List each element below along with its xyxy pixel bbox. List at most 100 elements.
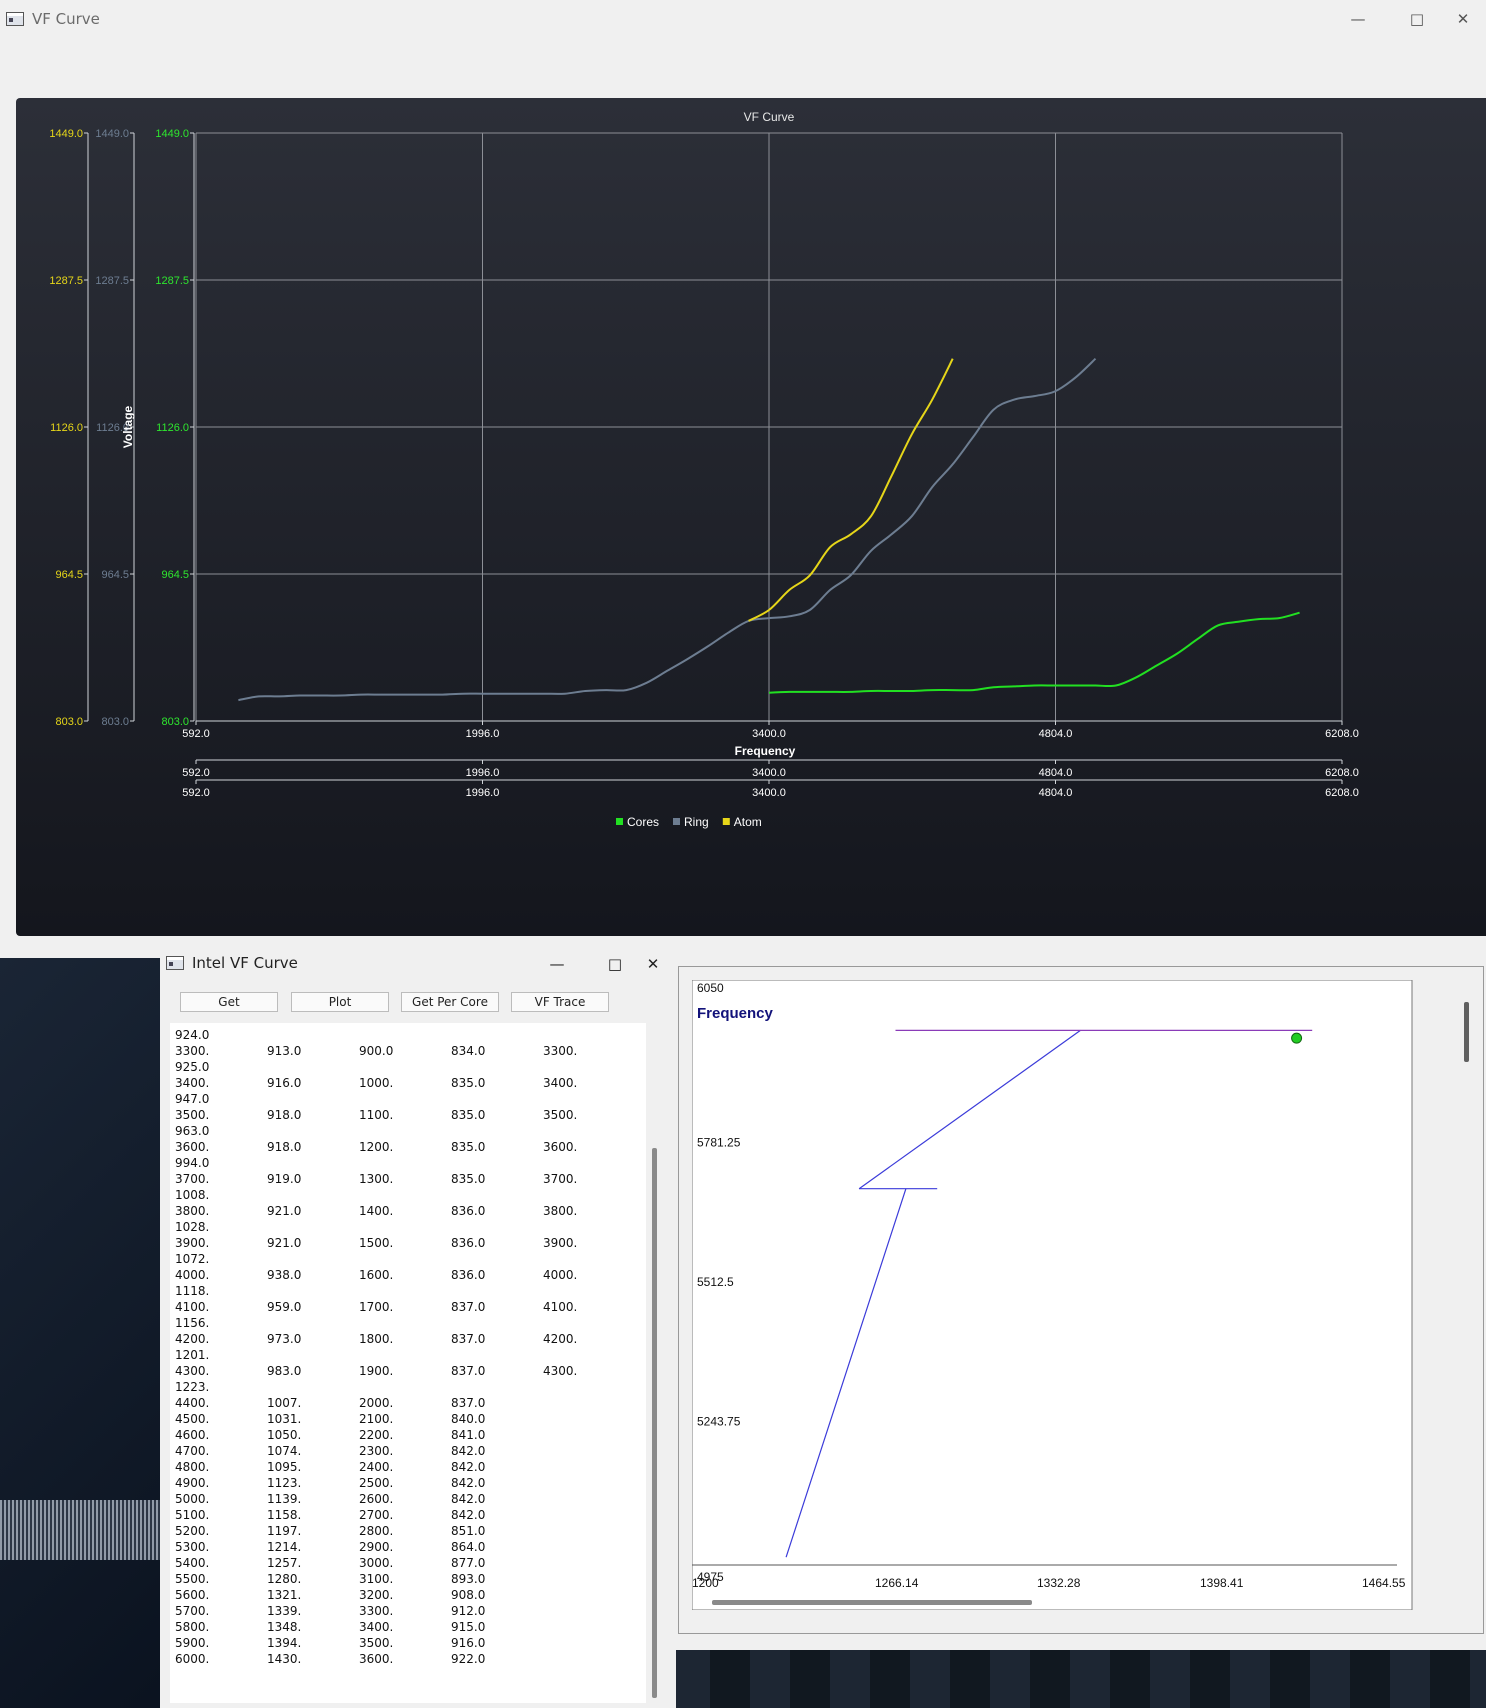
table-cell	[267, 1219, 359, 1235]
close-button[interactable]: ✕	[1440, 0, 1486, 38]
y-tick-label: 803.0	[101, 716, 129, 728]
table-cell: 4700.	[175, 1444, 210, 1458]
x-tick-label: 6208.0	[1325, 767, 1359, 779]
trace-y-tick-label: 5243.75	[697, 1415, 741, 1429]
y-tick-label: 964.5	[55, 569, 83, 581]
table-cell: 1031.	[267, 1412, 302, 1426]
get-per-core-button[interactable]: Get Per Core	[401, 992, 499, 1012]
table-cell: 3600.	[543, 1140, 578, 1154]
trace-vertical-scrollbar-thumb[interactable]	[1464, 1002, 1469, 1062]
maximize-button[interactable]: □	[1389, 0, 1445, 38]
table-cell: 1074.	[267, 1444, 302, 1458]
table-cell	[359, 1027, 451, 1043]
trace-vertical-scrollbar[interactable]	[1460, 980, 1474, 1630]
vf-trace-chart[interactable]: 49755243.755512.55781.2560501200 1266.14 1…	[692, 980, 1462, 1610]
table-cell	[267, 1059, 359, 1075]
table-cell: 4300.	[543, 1364, 578, 1378]
table-cell	[267, 1155, 359, 1171]
y-tick-label: 1287.5	[95, 275, 129, 287]
table-row: 4200. 973.0 1800. 837.0 4200.	[175, 1331, 623, 1347]
table-cell: 6000.	[175, 1652, 210, 1666]
table-cell: 837.0	[451, 1300, 486, 1314]
table-row: 4700. 1074. 2300. 842.0	[175, 1443, 623, 1459]
table-cell: 908.0	[451, 1588, 486, 1602]
table-cell: 837.0	[451, 1364, 486, 1378]
table-cell: 2300.	[359, 1444, 394, 1458]
table-cell: 1007.	[267, 1396, 302, 1410]
table-cell: 918.0	[267, 1108, 302, 1122]
table-cell: 1123.	[267, 1476, 302, 1490]
table-cell	[359, 1251, 451, 1267]
intel-close-button[interactable]: ✕	[630, 945, 676, 983]
table-cell	[543, 1411, 623, 1427]
table-row: 3500. 918.0 1100. 835.0 3500.	[175, 1107, 623, 1123]
table-cell: 922.0	[451, 1652, 486, 1666]
table-row: 925.0	[175, 1059, 623, 1075]
get-button[interactable]: Get	[180, 992, 278, 1012]
x-tick-label: 592.0	[182, 728, 210, 740]
table-cell: 3800.	[543, 1204, 578, 1218]
table-cell	[543, 1555, 623, 1571]
intel-minimize-button[interactable]: —	[529, 945, 585, 983]
table-cell: 916.0	[267, 1076, 302, 1090]
values-scrollbar[interactable]	[646, 1023, 664, 1703]
table-cell: 835.0	[451, 1108, 486, 1122]
table-cell: 3400.	[175, 1076, 210, 1090]
table-cell: 3700.	[543, 1172, 578, 1186]
minimize-button[interactable]: —	[1330, 0, 1386, 38]
table-cell	[543, 1443, 623, 1459]
table-cell: 1800.	[359, 1332, 394, 1346]
table-cell: 2100.	[359, 1412, 394, 1426]
vf-trace-button[interactable]: VF Trace	[511, 992, 609, 1012]
table-cell	[267, 1251, 359, 1267]
table-cell: 3500.	[359, 1636, 394, 1650]
intel-titlebar[interactable]: Intel VF Curve — □ ✕	[160, 945, 676, 981]
table-row: 1008.	[175, 1187, 623, 1203]
legend-label-cores: Cores	[627, 815, 659, 829]
table-row: 5400. 1257. 3000. 877.0	[175, 1555, 623, 1571]
plot-button[interactable]: Plot	[291, 992, 389, 1012]
table-cell: 4200.	[543, 1332, 578, 1346]
table-cell: 1158.	[267, 1508, 302, 1522]
table-cell	[359, 1315, 451, 1331]
x-tick-label: 6208.0	[1325, 787, 1359, 799]
table-cell: 5100.	[175, 1508, 210, 1522]
table-cell: 5900.	[175, 1636, 210, 1650]
table-cell	[543, 1491, 623, 1507]
table-cell: 1300.	[359, 1172, 394, 1186]
table-cell	[543, 1155, 623, 1171]
table-cell: 1156.	[175, 1316, 210, 1330]
table-cell: 5800.	[175, 1620, 210, 1634]
table-cell: 2600.	[359, 1492, 394, 1506]
table-row: 4600. 1050. 2200. 841.0	[175, 1427, 623, 1443]
trace-y-tick-label: 5512.5	[697, 1275, 734, 1289]
y-tick-label: 1449.0	[49, 128, 83, 140]
table-cell	[359, 1347, 451, 1363]
table-row: 3400. 916.0 1000. 835.0 3400.	[175, 1075, 623, 1091]
table-cell: 916.0	[451, 1636, 486, 1650]
table-row: 1201.	[175, 1347, 623, 1363]
table-cell	[451, 1123, 543, 1139]
table-cell: 840.0	[451, 1412, 486, 1426]
table-cell: 4100.	[175, 1300, 210, 1314]
values-list[interactable]: 924.0 3300. 913.0 900.0 834.0 3300. 925.0 3400.…	[170, 1023, 650, 1703]
values-scrollbar-thumb[interactable]	[652, 1148, 657, 1698]
x-tick-label: 592.0	[182, 767, 210, 779]
table-row: 5900. 1394. 3500. 916.0	[175, 1635, 623, 1651]
table-cell	[451, 1187, 543, 1203]
titlebar[interactable]: VF Curve — □ ✕	[0, 0, 1486, 38]
table-cell: 1348.	[267, 1620, 302, 1634]
table-cell: 2000.	[359, 1396, 394, 1410]
table-cell: 893.0	[451, 1572, 486, 1586]
table-cell	[359, 1091, 451, 1107]
table-cell: 1223.	[175, 1380, 210, 1394]
legend-swatch-atom	[722, 818, 730, 825]
table-cell: 1100.	[359, 1108, 394, 1122]
vf-curve-chart[interactable]: VF Curve 803.0 964.5 1126.0 1287.5 1449.0 803.…	[16, 98, 1486, 936]
y-tick-label: 1126.0	[156, 422, 189, 434]
legend-swatch-ring	[673, 818, 680, 825]
table-cell	[359, 1123, 451, 1139]
table-cell: 921.0	[267, 1204, 302, 1218]
table-cell	[451, 1315, 543, 1331]
table-cell	[451, 1347, 543, 1363]
